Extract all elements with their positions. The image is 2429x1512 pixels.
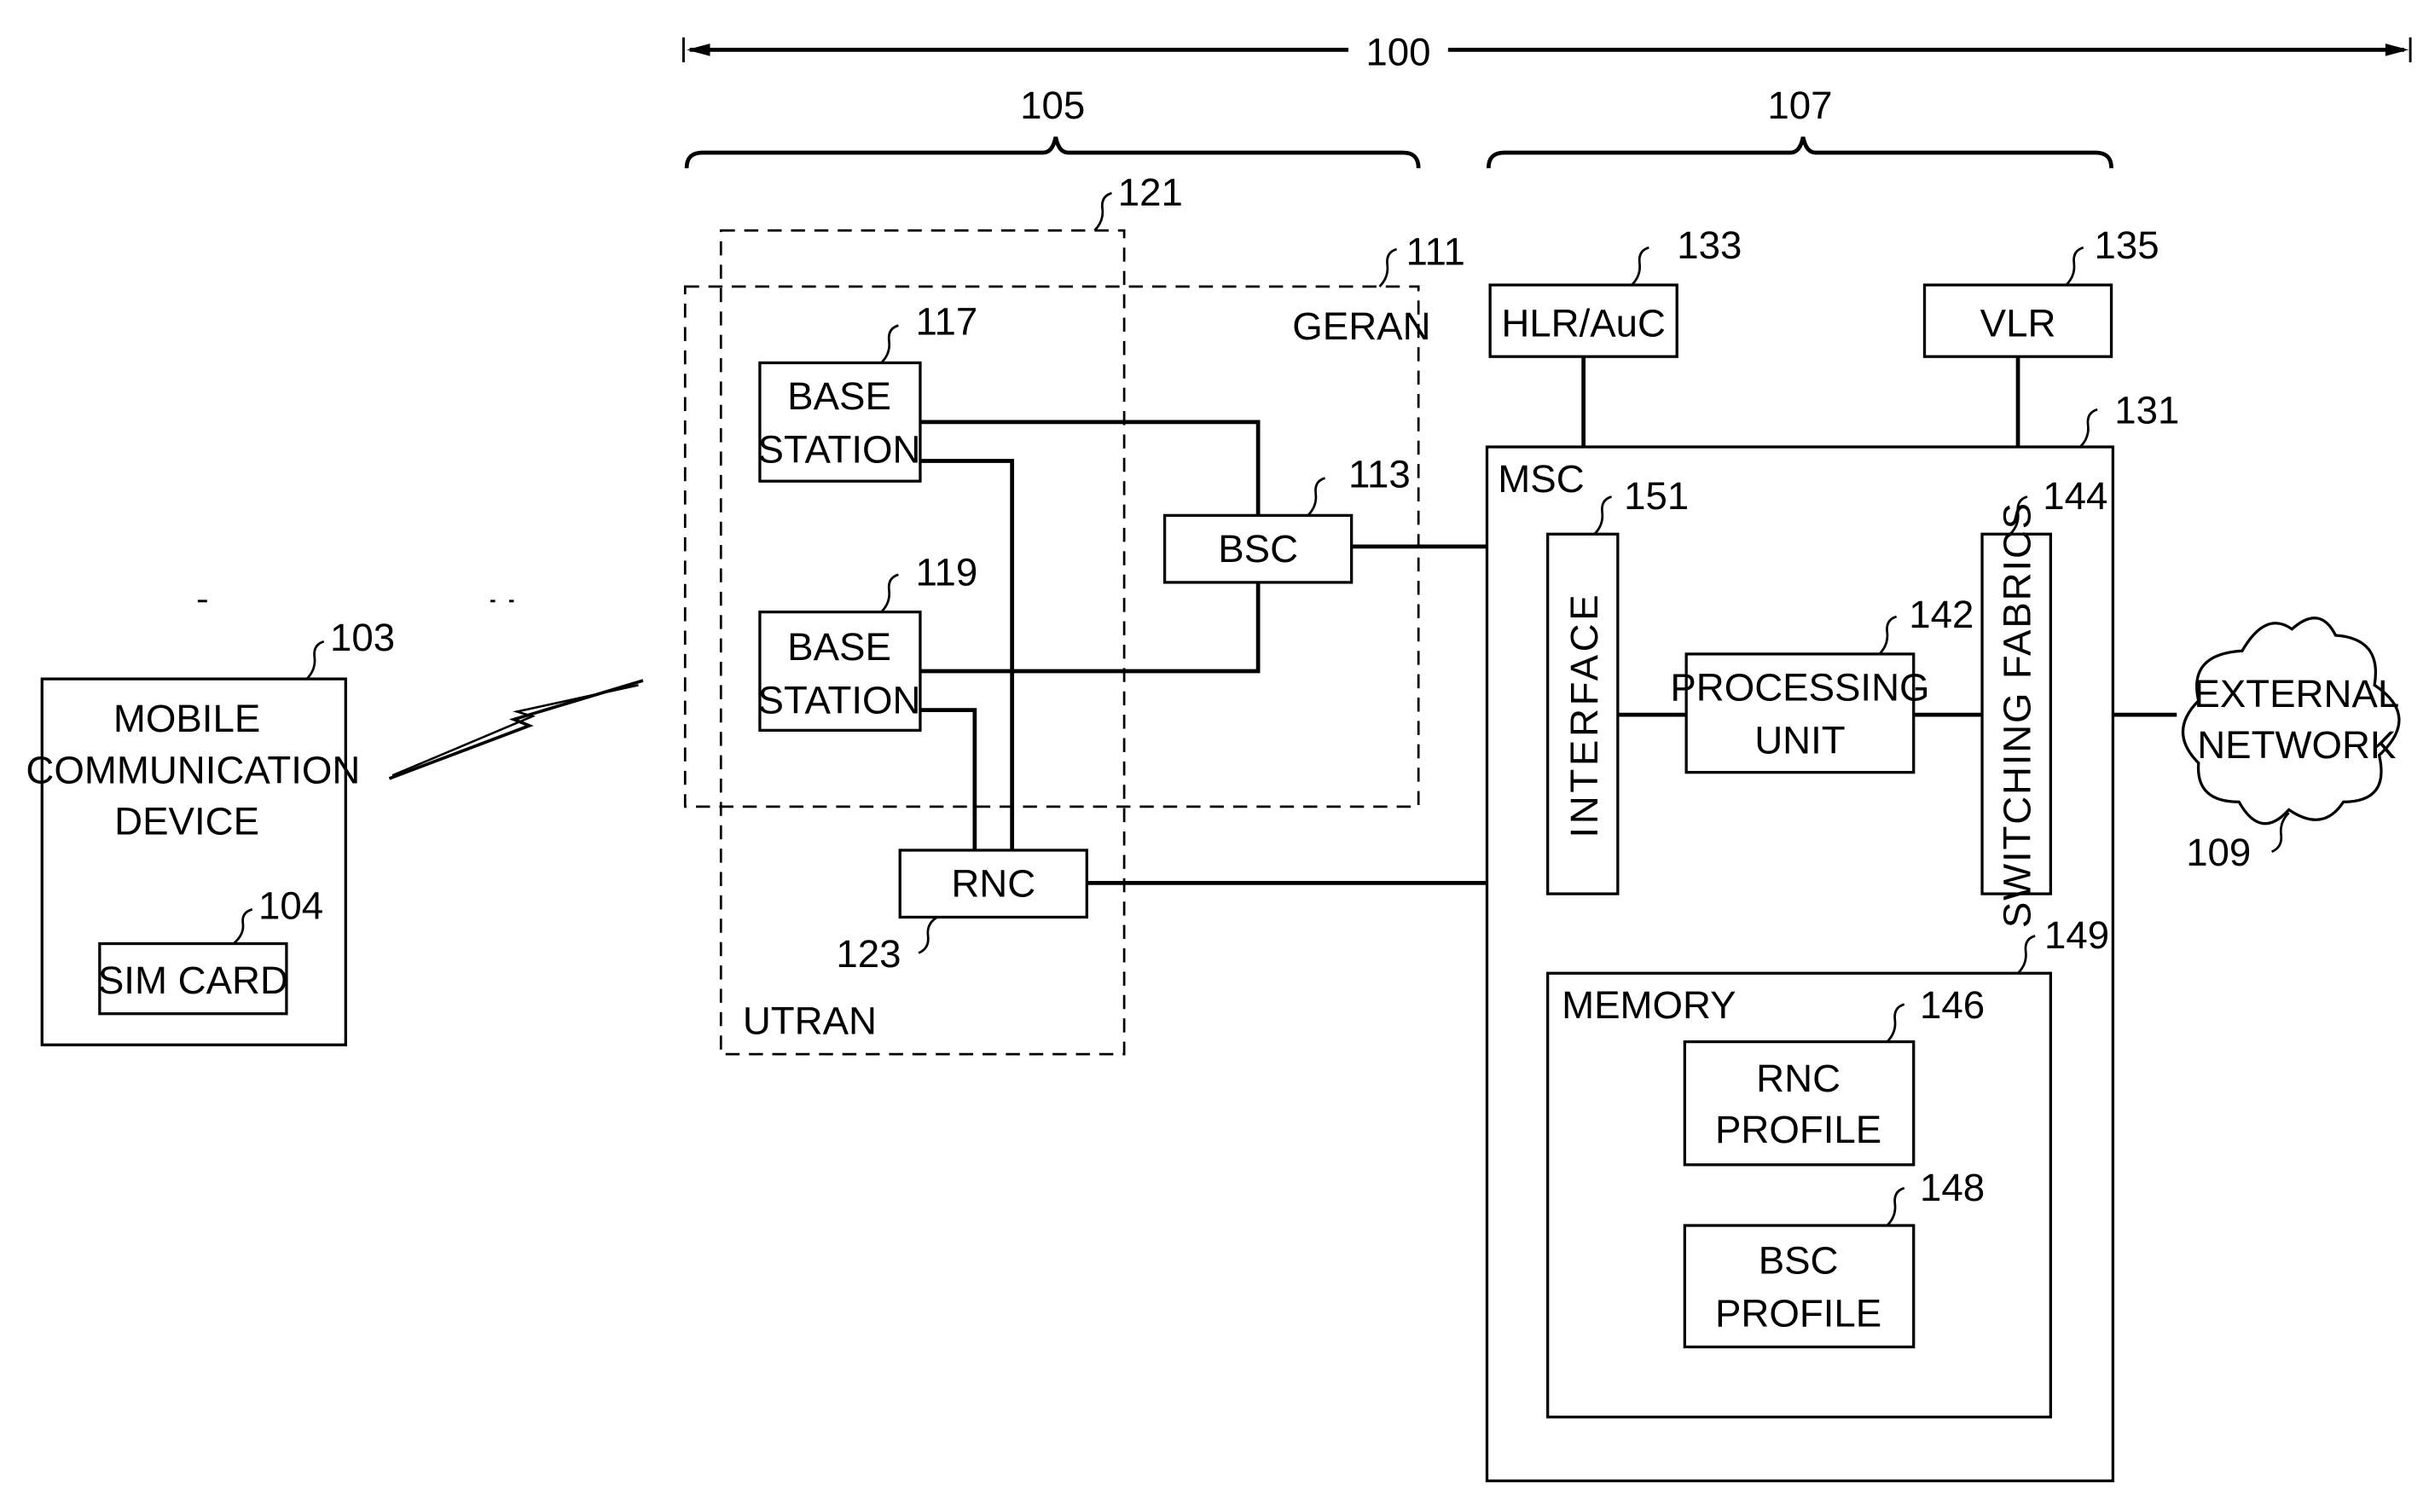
utran-ref-label: 121	[1118, 171, 1183, 214]
msc-ref-label: 131	[2114, 389, 2179, 432]
processing-unit-ref-label: 142	[1909, 593, 1974, 636]
rnc-profile-ref-label: 146	[1920, 983, 1985, 1027]
base-station-117-ref-label: 117	[915, 300, 977, 344]
bsc-profile-label-line-1: BSC	[1759, 1239, 1839, 1283]
external-network-ref-label: 109	[2186, 831, 2251, 874]
access-network-ref-label: 105	[1020, 84, 1085, 127]
base-station-119-label-line-2: STATION	[758, 678, 921, 721]
hlr-ref-label: 133	[1677, 223, 1742, 267]
processing-unit-label-line-2: UNIT	[1754, 719, 1845, 762]
msc-label: MSC	[1498, 457, 1584, 501]
base-station-117: 117 BASE STATION	[758, 300, 977, 483]
rnc-123: 123 RNC	[836, 849, 1088, 976]
mobile-device-label-line-2: COMMUNICATION	[26, 748, 360, 791]
core-network-ref-label: 107	[1767, 84, 1832, 127]
system-ref-label: 100	[1365, 31, 1430, 74]
mobile-communication-device: 103 MOBILE COMMUNICATION DEVICE 104 SIM …	[26, 616, 395, 1046]
network-architecture-diagram: 100 105 107 103 MOBILE COMMUNICATION DEV…	[26, 31, 2412, 1483]
utran-label: UTRAN	[743, 999, 877, 1042]
external-network-109: EXTERNAL NETWORK 109	[2113, 617, 2401, 874]
cloud-icon	[2181, 617, 2401, 826]
base-station-117-label-line-2: STATION	[758, 427, 921, 471]
vlr-label: VLR	[1980, 301, 2056, 345]
rnc-ref-label: 123	[836, 932, 901, 976]
vlr-ref-label: 135	[2094, 223, 2159, 267]
sim-card-label: SIM CARD	[98, 959, 288, 1002]
base-station-119: 119 BASE STATION	[758, 551, 977, 733]
mobile-device-ref-label: 103	[330, 616, 395, 659]
switching-fabrics-label: SWITCHING FABRICS	[1996, 501, 2039, 928]
mobile-device-label-line-1: MOBILE	[113, 697, 260, 740]
interface-ref-label: 151	[1624, 474, 1689, 518]
access-network-brace: 105	[684, 84, 1421, 169]
memory-149: 149 MEMORY 146 RNC PROFILE 148 BSC PROFI…	[1546, 913, 2109, 1419]
bsc-label: BSC	[1218, 527, 1298, 571]
external-network-label-line-1: EXTERNAL	[2194, 672, 2399, 715]
memory-ref-label: 149	[2044, 913, 2109, 957]
bsc-profile-label-line-2: PROFILE	[1715, 1292, 1881, 1335]
mobile-device-label-line-3: DEVICE	[114, 800, 259, 843]
memory-label: MEMORY	[1562, 983, 1736, 1027]
switching-fabrics-ref-label: 144	[2043, 474, 2107, 518]
rnc-label: RNC	[951, 862, 1035, 906]
base-station-117-label-line-1: BASE	[787, 374, 891, 418]
rnc-profile-label-line-2: PROFILE	[1715, 1108, 1881, 1151]
external-network-label-line-2: NETWORK	[2197, 723, 2396, 767]
sim-card-ref-label: 104	[258, 883, 323, 927]
interface-label: INTERFACE	[1562, 592, 1606, 838]
msc-131: 131 MSC 151 INTERFACE 142 PROCESSING UNI…	[1485, 389, 2179, 1483]
core-network-brace: 107	[1486, 84, 2113, 169]
hlr-auc-133: 133 HLR/AuC	[1488, 223, 1742, 448]
base-station-119-ref-label: 119	[915, 551, 977, 594]
bsc-profile-ref-label: 148	[1920, 1166, 1985, 1209]
processing-unit-label-line-1: PROCESSING	[1670, 666, 1929, 710]
system-span-arrow: 100	[681, 31, 2412, 74]
hlr-label: HLR/AuC	[1501, 301, 1666, 345]
base-station-119-label-line-1: BASE	[787, 625, 891, 669]
rnc-profile-label-line-1: RNC	[1756, 1057, 1841, 1100]
bsc-113: 113 BSC	[1162, 453, 1411, 584]
geran-label: GERAN	[1292, 304, 1430, 348]
bsc-ref-label: 113	[1348, 453, 1411, 496]
wireless-link-icon	[388, 679, 644, 780]
geran-ref-label: 111	[1406, 229, 1465, 273]
